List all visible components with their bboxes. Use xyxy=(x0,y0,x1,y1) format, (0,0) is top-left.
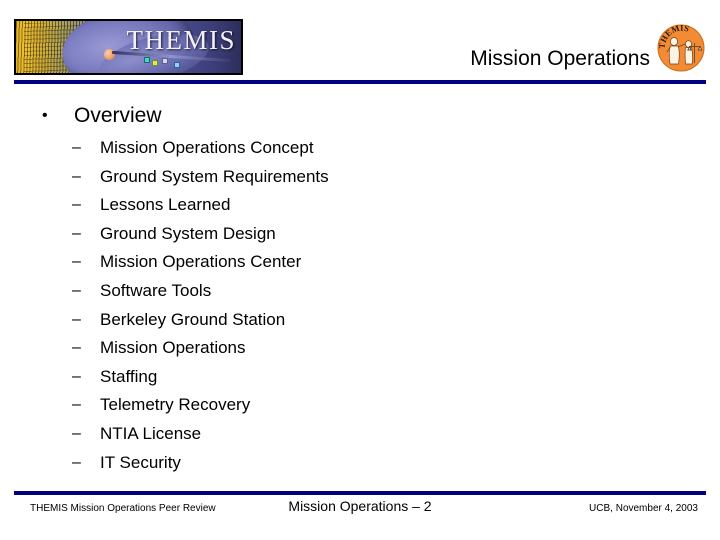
themis-banner-image: THEMIS xyxy=(14,19,243,75)
list-item: – Berkeley Ground Station xyxy=(0,306,720,335)
list-item: – Ground System Requirements xyxy=(0,163,720,192)
page-title: Mission Operations xyxy=(470,47,650,70)
list-item-label: Berkeley Ground Station xyxy=(100,309,286,329)
list-item: – Software Tools xyxy=(0,277,720,306)
dash-marker-icon: – xyxy=(72,424,81,442)
dash-marker-icon: – xyxy=(72,396,81,414)
list-item-label: Mission Operations Center xyxy=(100,252,302,272)
dash-marker-icon: – xyxy=(72,339,81,357)
probe-icon xyxy=(144,57,150,63)
dash-marker-icon: – xyxy=(72,253,81,271)
slide-header: THEMIS Mission Operations THEMIS xyxy=(0,0,720,90)
slide-body: • Overview – Mission Operations Concept … xyxy=(0,90,720,488)
dash-marker-icon: – xyxy=(72,196,81,214)
probe-icon xyxy=(174,62,180,68)
list-item-label: Staffing xyxy=(100,366,158,386)
dash-marker-icon: – xyxy=(72,139,81,156)
dash-marker-icon: – xyxy=(72,367,81,385)
list-item-label: Mission Operations xyxy=(100,338,246,358)
list-item: – Mission Operations Center xyxy=(0,248,720,277)
list-item-label: Mission Operations Concept xyxy=(100,138,314,157)
list-item-label: IT Security xyxy=(100,452,181,472)
list-item-label: Ground System Requirements xyxy=(100,166,329,186)
list-item: – Lessons Learned xyxy=(0,191,720,220)
presentation-slide: THEMIS Mission Operations THEMIS • Overv… xyxy=(0,0,720,540)
list-item: – Staffing xyxy=(0,363,720,392)
list-item: – IT Security xyxy=(0,449,720,478)
header-divider xyxy=(14,80,706,84)
probe-icon xyxy=(162,58,168,64)
dash-marker-icon: – xyxy=(72,310,81,328)
list-item-label: Telemetry Recovery xyxy=(100,395,251,415)
bullet-marker-icon: • xyxy=(42,107,48,124)
outline-level1-item: • Overview xyxy=(0,102,720,130)
slide-footer: THEMIS Mission Operations Peer Review Mi… xyxy=(0,495,720,540)
dash-marker-icon: – xyxy=(72,224,81,242)
list-item-label: Ground System Design xyxy=(100,223,276,243)
footer-right-text: UCB, November 4, 2003 xyxy=(589,503,698,514)
list-item: – Mission Operations Concept xyxy=(0,134,720,163)
list-item-label: Lessons Learned xyxy=(100,195,231,215)
dash-marker-icon: – xyxy=(72,281,81,299)
list-item-label: NTIA License xyxy=(100,423,202,443)
badge-svg: THEMIS xyxy=(657,23,705,72)
list-item: – Mission Operations xyxy=(0,334,720,363)
list-item-label: Software Tools xyxy=(100,280,212,300)
outline-level1-label: Overview xyxy=(74,104,162,127)
list-item: – NTIA License xyxy=(0,420,720,449)
banner-wordmark: THEMIS xyxy=(126,25,236,55)
dash-marker-icon: – xyxy=(72,167,81,185)
list-item: – Ground System Design xyxy=(0,220,720,249)
dash-marker-icon: – xyxy=(72,453,81,471)
probe-icon xyxy=(152,60,158,66)
themis-mission-badge-icon: THEMIS xyxy=(656,23,706,73)
list-item: – Telemetry Recovery xyxy=(0,391,720,420)
outline-sublist: – Mission Operations Concept – Ground Sy… xyxy=(0,134,720,477)
